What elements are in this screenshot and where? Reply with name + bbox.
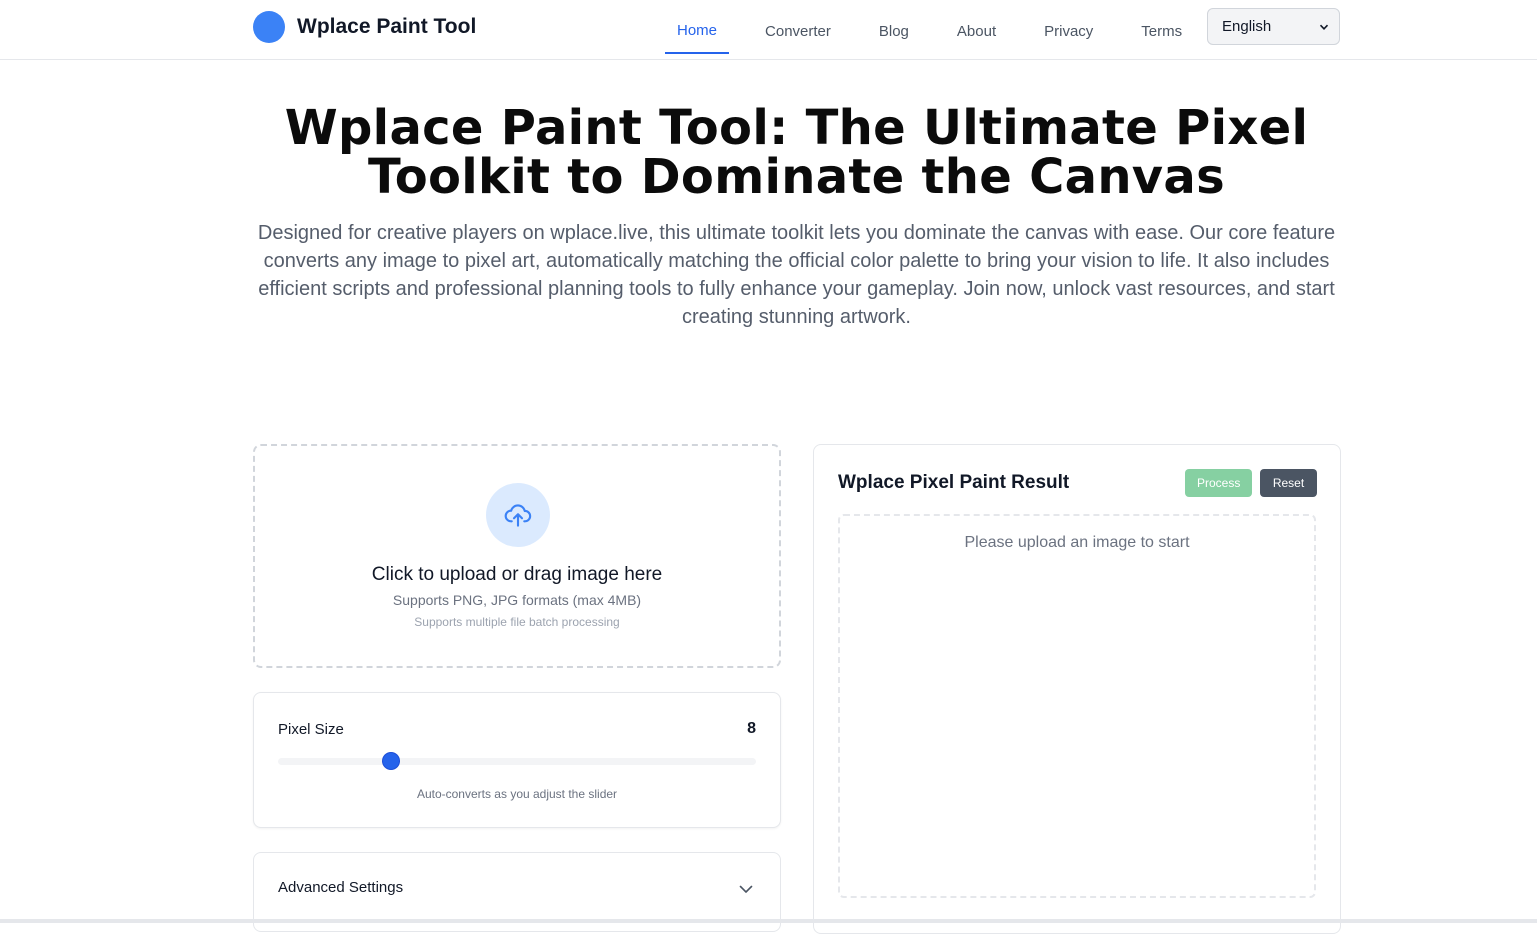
brand-name: Wplace Paint Tool — [297, 15, 477, 38]
nav-blog[interactable]: Blog — [867, 7, 921, 53]
advanced-settings-label: Advanced Settings — [278, 879, 404, 896]
upload-dropzone[interactable]: Click to upload or drag image here Suppo… — [253, 444, 781, 668]
chevron-down-icon — [739, 885, 753, 893]
chevron-down-icon — [1319, 24, 1329, 30]
pixel-size-card: Pixel Size 8 Auto-converts as you adjust… — [253, 692, 781, 828]
nav-converter[interactable]: Converter — [753, 7, 843, 53]
upload-batch-note: Supports multiple file batch processing — [414, 615, 620, 629]
result-placeholder: Please upload an image to start — [964, 534, 1190, 551]
main-nav: Home Converter Blog About Privacy Terms — [665, 0, 1194, 59]
pixel-size-value: 8 — [747, 720, 756, 737]
site-header: Wplace Paint Tool Home Converter Blog Ab… — [0, 0, 1537, 60]
pixel-size-hint: Auto-converts as you adjust the slider — [416, 787, 618, 801]
upload-title: Click to upload or drag image here — [371, 564, 663, 585]
language-select[interactable]: English — [1207, 8, 1340, 45]
page-divider — [0, 919, 1537, 923]
nav-privacy[interactable]: Privacy — [1032, 7, 1105, 53]
logo-icon — [253, 11, 285, 43]
language-selected: English — [1222, 18, 1272, 35]
brand[interactable]: Wplace Paint Tool — [253, 11, 476, 43]
nav-terms[interactable]: Terms — [1129, 7, 1194, 53]
cloud-upload-glyph — [504, 504, 532, 527]
pixel-size-slider[interactable] — [278, 753, 756, 769]
result-panel: Wplace Pixel Paint Result Process Reset … — [813, 444, 1341, 934]
nav-home[interactable]: Home — [665, 6, 730, 54]
hero-description: Designed for creative players on wplace.… — [257, 222, 1336, 328]
slider-thumb[interactable] — [383, 753, 400, 769]
page-title: Wplace Paint Tool: The Ultimate Pixel To… — [284, 100, 1309, 205]
process-button[interactable]: Process — [1185, 469, 1252, 497]
upload-formats: Supports PNG, JPG formats (max 4MB) — [392, 592, 642, 608]
reset-button[interactable]: Reset — [1260, 469, 1317, 497]
pixel-size-label: Pixel Size — [278, 721, 344, 738]
result-title: Wplace Pixel Paint Result — [838, 472, 1070, 493]
cloud-upload-icon — [486, 483, 550, 547]
nav-about[interactable]: About — [945, 7, 1008, 53]
result-preview: Please upload an image to start — [838, 514, 1316, 898]
